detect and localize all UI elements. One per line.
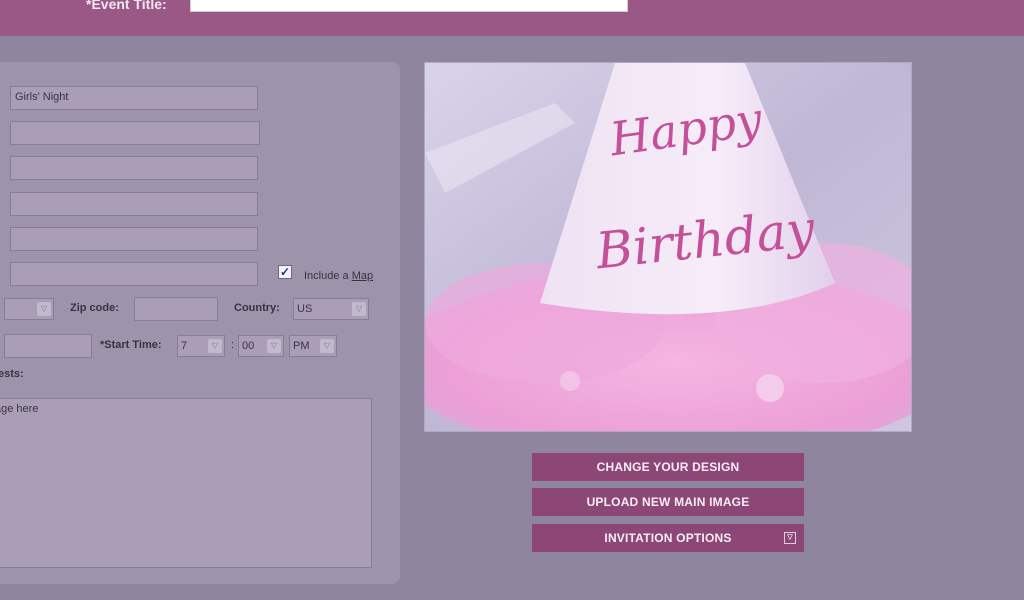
chevron-down-icon: ▽ bbox=[267, 339, 281, 353]
start-minute-value: 00 bbox=[242, 340, 255, 352]
message-textarea[interactable]: age here bbox=[0, 398, 372, 568]
event-name-field[interactable]: Girls' Night bbox=[10, 86, 258, 110]
start-time-label: *Start Time: bbox=[100, 339, 162, 351]
location-field[interactable] bbox=[10, 156, 258, 180]
birthday-hat-image: Happy Birthday bbox=[425, 63, 911, 431]
change-design-button[interactable]: CHANGE YOUR DESIGN bbox=[532, 453, 804, 481]
map-link[interactable]: Map bbox=[352, 270, 373, 282]
address-line-2-field[interactable] bbox=[10, 227, 258, 251]
country-label: Country: bbox=[234, 302, 280, 314]
start-minute-select[interactable]: 00 ▽ bbox=[238, 335, 284, 357]
event-title-bar: *Event Title: bbox=[0, 0, 1024, 36]
country-select[interactable]: US ▽ bbox=[293, 298, 369, 320]
message-label: ests: bbox=[0, 368, 24, 380]
start-ampm-select[interactable]: PM ▽ bbox=[289, 335, 337, 357]
chevron-down-icon: ▽ bbox=[784, 532, 796, 544]
include-map-label: Include a Map bbox=[304, 270, 374, 282]
time-separator: : bbox=[231, 339, 235, 351]
include-map-checkbox[interactable]: ✓ bbox=[278, 265, 292, 279]
message-placeholder: age here bbox=[0, 403, 39, 415]
invitation-options-label: INVITATION OPTIONS bbox=[604, 531, 732, 545]
chevron-down-icon: ▽ bbox=[352, 302, 366, 316]
date-field[interactable] bbox=[4, 334, 92, 358]
invitation-options-button[interactable]: INVITATION OPTIONS ▽ bbox=[532, 524, 804, 552]
zip-code-field[interactable] bbox=[134, 297, 218, 321]
start-ampm-value: PM bbox=[293, 340, 310, 352]
chevron-down-icon: ▽ bbox=[320, 339, 334, 353]
chevron-down-icon: ▽ bbox=[208, 339, 222, 353]
main-image: Happy Birthday bbox=[424, 62, 912, 432]
start-hour-value: 7 bbox=[181, 340, 188, 352]
event-title-label: *Event Title: bbox=[86, 0, 167, 12]
start-hour-select[interactable]: 7 ▽ bbox=[177, 335, 225, 357]
country-value: US bbox=[297, 303, 313, 315]
zip-label: Zip code: bbox=[70, 302, 119, 314]
host-field[interactable] bbox=[10, 121, 260, 145]
address-field[interactable] bbox=[10, 192, 258, 216]
event-title-input[interactable] bbox=[190, 0, 628, 12]
chevron-down-icon: ▽ bbox=[37, 302, 51, 316]
upload-image-button[interactable]: UPLOAD NEW MAIN IMAGE bbox=[532, 488, 804, 516]
city-field[interactable] bbox=[10, 262, 258, 286]
state-select[interactable]: ▽ bbox=[4, 298, 54, 320]
